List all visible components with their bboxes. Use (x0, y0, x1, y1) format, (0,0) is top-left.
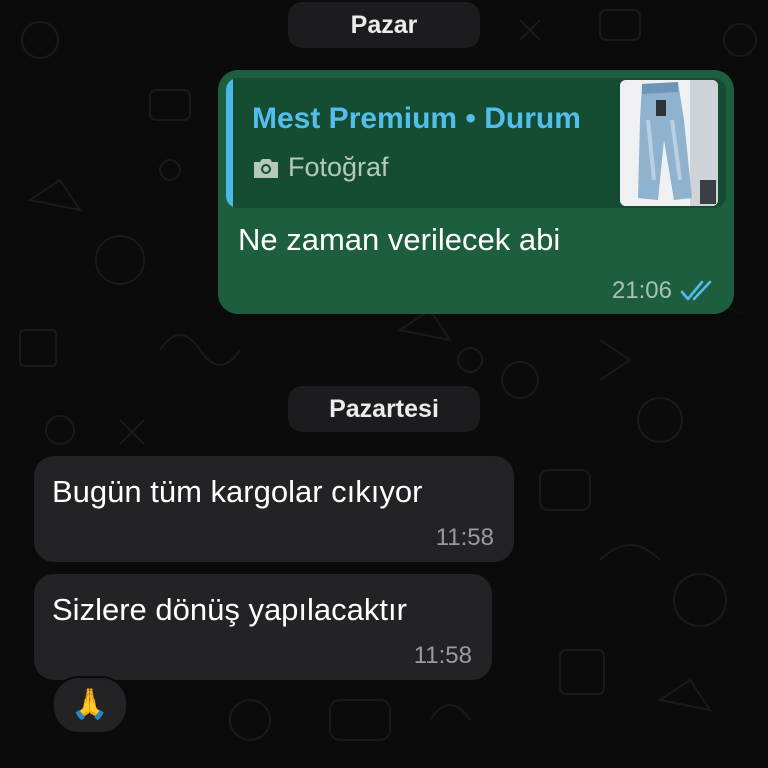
incoming-message-text: Sizlere dönüş yapılacaktır (52, 592, 407, 627)
date-separator-monday: Pazartesi (288, 386, 480, 432)
outgoing-message-text: Ne zaman verilecek abi (238, 222, 561, 257)
incoming-message-time: 11:58 (435, 524, 494, 551)
quoted-media-label: Fotoğraf (252, 152, 389, 183)
camera-icon (254, 158, 278, 178)
message-reaction[interactable]: 🙏 (52, 676, 128, 734)
quote-accent-bar (226, 78, 233, 208)
quoted-status-reply[interactable]: Mest Premium • Durum Fotoğraf (226, 78, 726, 208)
incoming-message-time: 11:58 (413, 642, 472, 669)
quoted-media-type: Fotoğraf (288, 152, 389, 182)
jeans-photo (620, 80, 718, 206)
incoming-message-bubble[interactable]: Bugün tüm kargolar cıkıyor 11:58 (34, 456, 514, 562)
incoming-message-text: Bugün tüm kargolar cıkıyor (52, 474, 423, 509)
incoming-message-bubble[interactable]: Sizlere dönüş yapılacaktır 11:58 (34, 574, 492, 680)
double-check-read-icon (680, 280, 712, 301)
outgoing-message-bubble[interactable]: Mest Premium • Durum Fotoğraf Ne zaman v… (218, 70, 734, 314)
praying-hands-emoji: 🙏 (71, 688, 109, 721)
quoted-sender-title: Mest Premium • Durum (252, 102, 581, 135)
outgoing-message-time: 21:06 (611, 277, 672, 304)
date-separator-sunday: Pazar (288, 2, 480, 48)
jeans-photo-thumbnail[interactable] (620, 80, 718, 206)
